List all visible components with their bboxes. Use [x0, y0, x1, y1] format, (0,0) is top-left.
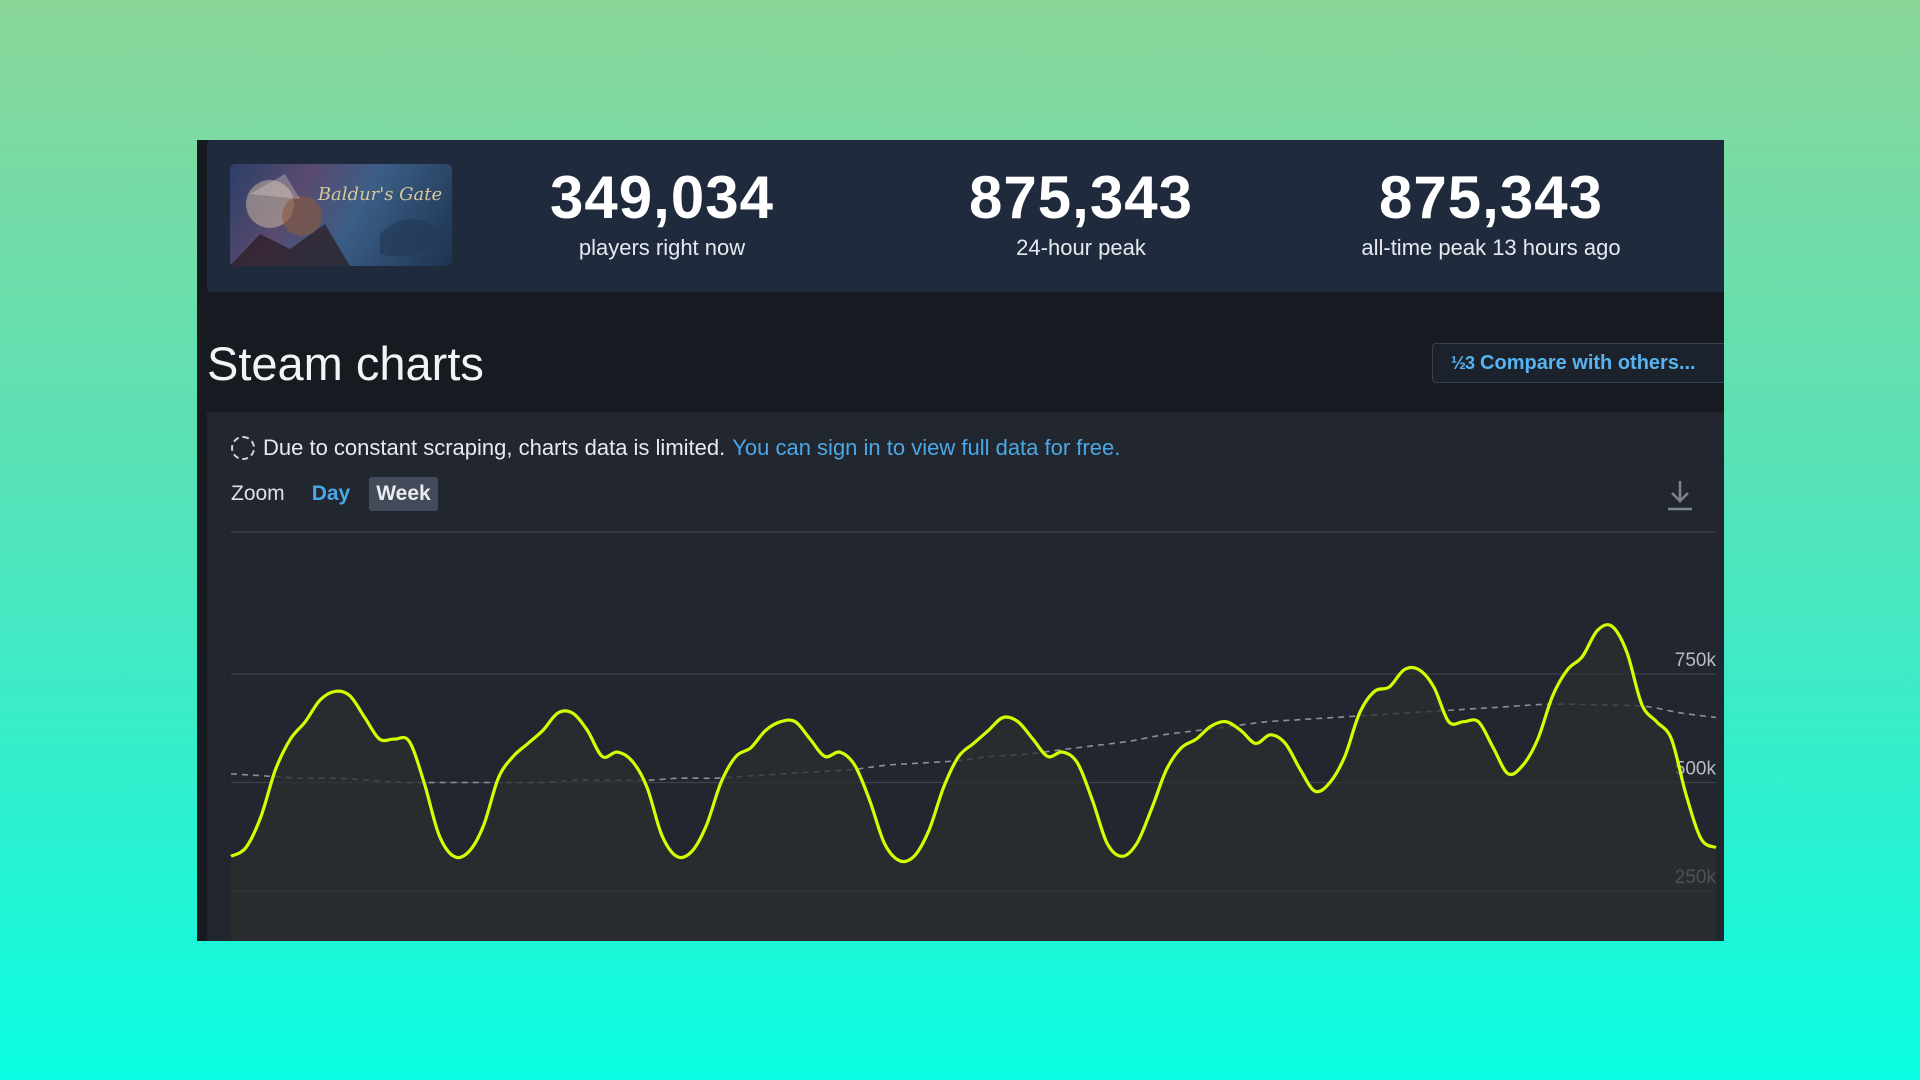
- peak-24h-value: 875,343: [969, 164, 1193, 231]
- section-title: Steam charts: [207, 337, 484, 390]
- compare-button[interactable]: ½3 Compare with others...: [1432, 343, 1724, 383]
- all-time-peak-value: 875,343: [1379, 164, 1603, 231]
- game-art-image: Baldur's Gate: [230, 174, 445, 266]
- players-now-value: 349,034: [550, 164, 774, 231]
- compare-button-label: Compare with others...: [1480, 351, 1696, 374]
- game-thumbnail[interactable]: Baldur's Gate: [230, 164, 452, 266]
- peak-24h-label: 24-hour peak: [1016, 235, 1146, 260]
- all-time-peak-label: all-time peak 13 hours ago: [1361, 235, 1621, 260]
- steam-stats-panel: Baldur's Gate 349,034 players right now …: [197, 140, 1724, 941]
- compare-icon: ½3: [1451, 352, 1475, 373]
- all-time-peak-stat: 875,343 all-time peak 13 hours ago: [1331, 166, 1651, 262]
- players-now-label: players right now: [578, 235, 746, 260]
- peak-24h-stat: 875,343 24-hour peak: [921, 166, 1241, 262]
- game-logo-text: Baldur's Gate: [317, 184, 442, 205]
- players-now-stat: 349,034 players right now: [502, 166, 822, 262]
- y-tick-label: 750k: [1675, 650, 1717, 671]
- stats-header: Baldur's Gate 349,034 players right now …: [207, 140, 1724, 292]
- chart-card: Due to constant scraping, charts data is…: [207, 412, 1724, 941]
- player-count-chart: 250k500k750k: [230, 531, 1717, 941]
